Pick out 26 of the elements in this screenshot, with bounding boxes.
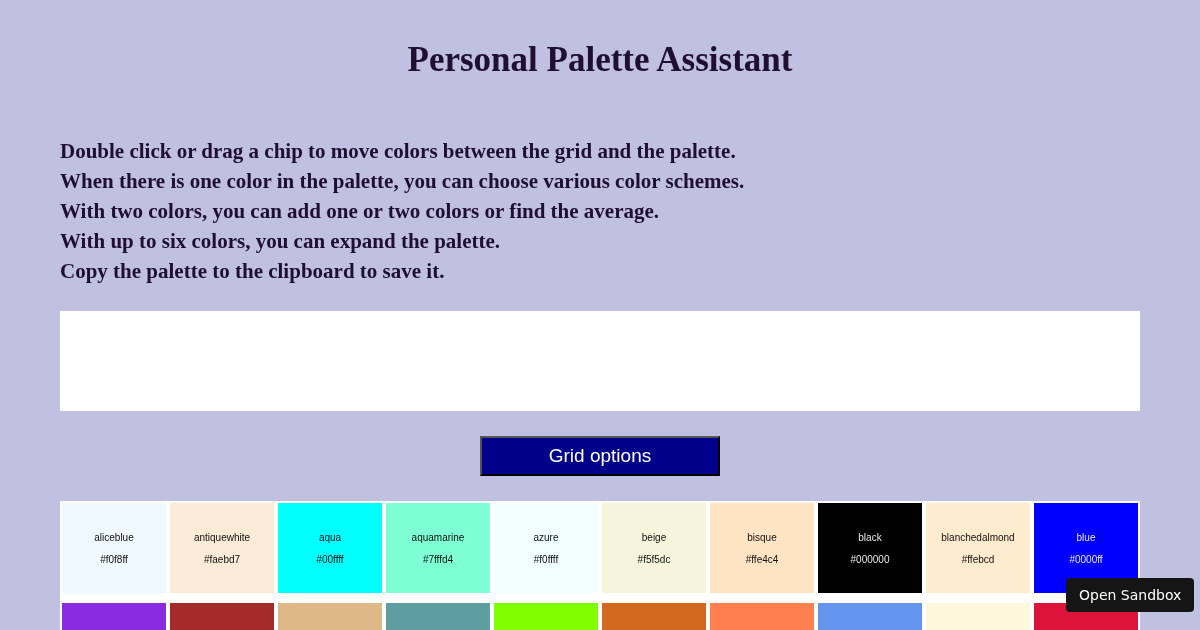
color-name: black (858, 530, 882, 545)
color-hex: #faebd7 (203, 552, 241, 567)
color-name: aliceblue (94, 530, 134, 545)
color-name: blanchedalmond (941, 530, 1015, 545)
color-name: bisque (747, 530, 777, 545)
color-hex: #0000ff (1069, 552, 1103, 567)
color-hex: #ffe4c4 (745, 552, 779, 567)
color-hex: #000000 (850, 552, 890, 567)
color-name: azure (533, 530, 559, 545)
color-name: blue (1076, 530, 1096, 545)
instruction-text: With two colors, you can add one or two colors or find the average. (60, 198, 660, 225)
color-hex: #f5f5dc (637, 552, 671, 567)
color-hex: #f0ffff (533, 552, 559, 567)
color-name: beige (641, 530, 667, 545)
instruction-text: Copy the palette to the clipboard to save it. (60, 258, 445, 285)
color-name: aqua (318, 530, 342, 545)
color-hex: #ffebcd (961, 552, 995, 567)
color-name: aquamarine (411, 530, 465, 545)
instruction-text: When there is one color in the palette, you can choose various color schemes. (60, 168, 745, 195)
instruction-text: With up to six colors, you can expand the palette. (60, 228, 501, 255)
color-name: antiquewhite (193, 530, 251, 545)
color-hex: #f0f8ff (100, 552, 128, 567)
color-hex: #00ffff (316, 552, 344, 567)
page-title: Personal Palette Assistant (407, 39, 793, 81)
color-hex: #7fffd4 (422, 552, 454, 567)
instruction-text: Double click or drag a chip to move colors between the grid and the palette. (60, 138, 736, 165)
